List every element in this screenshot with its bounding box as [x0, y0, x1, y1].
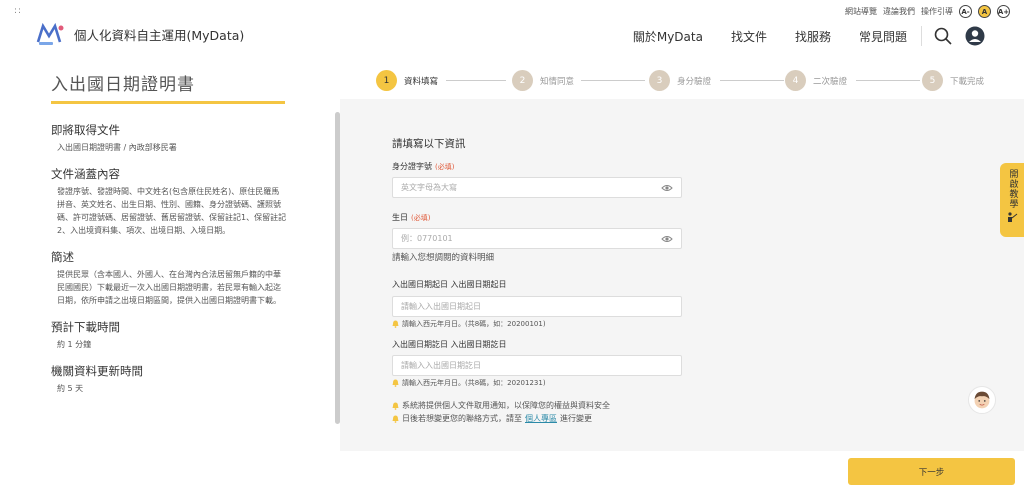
eye-icon[interactable] — [661, 184, 673, 192]
section-title: 預計下載時間 — [51, 320, 120, 334]
section-body: 發證序號、發證時間、中文姓名(包含原住民姓名)、原住民羅馬拼音、英文姓名、出生日… — [57, 187, 287, 235]
id-number-input[interactable]: 英文字母為大寫 — [392, 177, 682, 198]
section-title: 即將取得文件 — [51, 123, 120, 137]
birthday-label-text: 生日 — [392, 213, 408, 222]
step-number: 5 — [922, 70, 943, 91]
bell-icon — [392, 320, 399, 328]
step-label: 二次驗證 — [813, 76, 848, 87]
font-medium-button[interactable]: A — [978, 5, 991, 18]
brand-title: 個人化資料自主運用(MyData) — [74, 27, 245, 43]
end-date-placeholder: 請輸入入出國日期訖日 — [401, 361, 481, 370]
tutorial-char: 開啟教學 — [1007, 169, 1018, 209]
main-nav: 關於MyData 找文件 找服務 常見問題 — [633, 22, 1024, 50]
step-label: 資料填寫 — [404, 76, 439, 87]
birthday-input[interactable]: 例：0770101 — [392, 228, 682, 249]
notice-contact-text: 日後若想變更您的聯絡方式，請至 — [402, 414, 522, 423]
end-date-hint: 請輸入西元年月日。(共8碼，如：20201231) — [392, 378, 546, 388]
mydata-logo-icon — [36, 22, 64, 45]
form-title: 請填寫以下資訊 — [392, 138, 466, 150]
step-label: 身分驗證 — [677, 76, 712, 87]
birthday-label: 生日 (必填) — [392, 212, 430, 223]
end-date-input[interactable]: 請輸入入出國日期訖日 — [392, 355, 682, 376]
notice-contact: 日後若想變更您的聯絡方式，請至 個人專區 進行變更 — [392, 413, 592, 424]
eye-icon[interactable] — [661, 235, 673, 243]
assistant-avatar-icon[interactable] — [968, 386, 996, 414]
nav-divider — [921, 26, 922, 46]
font-small-button[interactable]: A- — [959, 5, 972, 18]
bell-icon — [392, 379, 399, 387]
step-consent: 2 知情同意 — [512, 70, 574, 91]
notice-notification: 系統將提供個人文件取用通知，以保障您的權益與資料安全 — [392, 400, 610, 411]
section-contents: 文件涵蓋內容 發證序號、發證時間、中文姓名(包含原住民姓名)、原住民羅馬拼音、英… — [51, 166, 287, 237]
nav-documents[interactable]: 找文件 — [731, 28, 767, 45]
birthday-placeholder: 例：0770101 — [401, 234, 453, 243]
step-connector — [720, 80, 784, 81]
step-connector — [581, 80, 645, 81]
search-icon[interactable] — [932, 25, 954, 47]
section-body: 入出國日期證明書 / 內政部移民署 — [57, 143, 177, 152]
form-panel: 請填寫以下資訊 身分證字號 (必填) 英文字母為大寫 生日 (必填) 例：07701… — [340, 99, 1024, 451]
nav-services[interactable]: 找服務 — [795, 28, 831, 45]
progress-steps: 1 資料填寫 2 知情同意 3 身分驗證 4 二次驗證 5 下載完成 — [376, 70, 996, 92]
document-info-panel: 入出國日期證明書 即將取得文件 入出國日期證明書 / 內政部移民署 文件涵蓋內容… — [0, 64, 340, 494]
start-date-hint-text: 請輸入西元年月日。(共8碼，如：20200101) — [402, 320, 546, 328]
section-summary: 簡述 提供民眾（含本國人、外國人、在台灣內合法居留無戶籍的中華民國國民）下載最近… — [51, 249, 287, 307]
personal-area-link[interactable]: 個人專區 — [525, 413, 557, 424]
step-label: 知情同意 — [540, 76, 575, 87]
document-info: 即將取得文件 入出國日期證明書 / 內政部移民署 文件涵蓋內容 發證序號、發證時… — [51, 122, 287, 407]
section-download-time: 預計下載時間 約 1 分鐘 — [51, 319, 287, 351]
step-connector — [856, 80, 920, 81]
notice-notification-text: 系統將提供個人文件取用通知，以保障您的權益與資料安全 — [402, 401, 610, 410]
title-underline — [51, 101, 285, 104]
section-update-time: 機關資料更新時間 約 5 天 — [51, 363, 287, 395]
bell-icon — [392, 415, 399, 423]
section-title: 簡述 — [51, 250, 74, 264]
step-fill-data: 1 資料填寫 — [376, 70, 438, 91]
guide-link[interactable]: 操作引導 — [921, 6, 953, 17]
nav-faq[interactable]: 常見問題 — [859, 28, 907, 45]
section-title: 文件涵蓋內容 — [51, 167, 120, 181]
step-number: 3 — [649, 70, 670, 91]
details-help-text: 請輸入您想調閱的資料明細 — [392, 253, 495, 263]
next-step-button[interactable]: 下一步 — [848, 458, 1015, 485]
id-number-label-text: 身分證字號 — [392, 162, 432, 171]
sitemap-link[interactable]: 網站導覽 — [845, 6, 877, 17]
id-number-label: 身分證字號 (必填) — [392, 161, 454, 172]
utility-bar: 網站導覽 違論我們 操作引導 A- A A+ — [845, 5, 1010, 18]
step-identity: 3 身分驗證 — [649, 70, 711, 91]
id-number-placeholder: 英文字母為大寫 — [401, 183, 457, 192]
start-date-placeholder: 請輸入入出國日期起日 — [401, 302, 481, 311]
section-body: 約 1 分鐘 — [57, 340, 92, 349]
end-date-label: 入出國日期訖日 入出國日期訖日 — [392, 340, 507, 349]
step-label: 下載完成 — [950, 76, 985, 87]
step-number: 1 — [376, 70, 397, 91]
step-number: 2 — [512, 70, 533, 91]
tutorial-side-tab[interactable]: 開啟教學 — [1000, 163, 1024, 237]
step-connector — [446, 80, 506, 81]
required-mark: (必填) — [411, 214, 431, 222]
end-date-hint-text: 請輸入西元年月日。(共8碼，如：20201231) — [402, 379, 546, 387]
step-second-verify: 4 二次驗證 — [785, 70, 847, 91]
section-body: 提供民眾（含本國人、外國人、在台灣內合法居留無戶籍的中華民國國民）下載最近一次入… — [57, 270, 281, 305]
step-complete: 5 下載完成 — [922, 70, 984, 91]
section-title: 機關資料更新時間 — [51, 364, 143, 378]
font-large-button[interactable]: A+ — [997, 5, 1010, 18]
site-logo[interactable]: 個人化資料自主運用(MyData) — [36, 22, 244, 46]
section-body: 約 5 天 — [57, 384, 84, 393]
user-account-icon[interactable] — [964, 25, 986, 47]
page-title: 入出國日期證明書 — [51, 75, 195, 95]
skip-link-dots[interactable]: :: — [14, 6, 22, 16]
start-date-hint: 請輸入西元年月日。(共8碼，如：20200101) — [392, 319, 546, 329]
contact-link[interactable]: 違論我們 — [883, 6, 915, 17]
nav-about[interactable]: 關於MyData — [633, 28, 703, 45]
step-number: 4 — [785, 70, 806, 91]
start-date-label: 入出國日期起日 入出國日期起日 — [392, 280, 507, 289]
start-date-input[interactable]: 請輸入入出國日期起日 — [392, 296, 682, 317]
required-mark: (必填) — [435, 163, 455, 171]
teaching-icon — [1008, 212, 1018, 222]
bell-icon — [392, 402, 399, 410]
notice-contact-suffix: 進行變更 — [560, 414, 592, 423]
section-upcoming-document: 即將取得文件 入出國日期證明書 / 內政部移民署 — [51, 122, 287, 154]
